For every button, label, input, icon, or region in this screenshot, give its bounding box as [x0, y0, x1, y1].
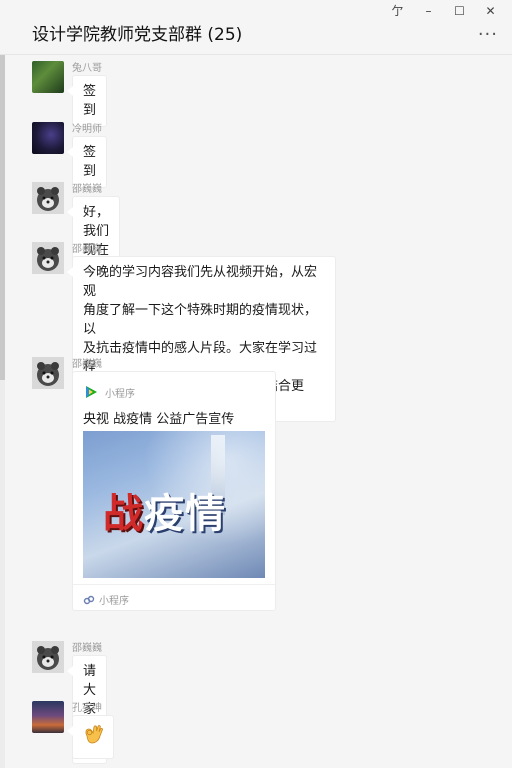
sender-name: 邵巍巍	[72, 359, 102, 370]
message-bubble[interactable]	[67, 715, 114, 759]
mini-program-title: 央视 战疫情 公益广告宣传	[83, 412, 235, 427]
sender-name: 邵巍巍	[72, 244, 102, 255]
mini-program-link-icon	[83, 595, 95, 604]
bear-avatar-icon	[32, 242, 64, 274]
avatar[interactable]	[32, 357, 64, 389]
sender-name: 邵巍巍	[72, 184, 102, 195]
scrollbar-thumb[interactable]	[0, 55, 5, 380]
thumbnail-headline: 战疫情	[103, 481, 226, 539]
mini-program-card[interactable]: 小程序 央视 战疫情 公益广告宣传 战疫情 小程序	[72, 371, 276, 611]
sender-name: 邵巍巍	[72, 643, 102, 654]
minimize-button[interactable]: –	[413, 2, 444, 20]
video-app-icon	[86, 386, 97, 398]
maximize-button[interactable]: ☐	[444, 2, 475, 20]
chat-title: 设计学院教师党支部群 (25)	[32, 25, 243, 45]
sender-name: 兔八哥	[72, 63, 102, 74]
message-line: 今晚的学习内容我们先从视频开始，从宏观	[83, 265, 318, 299]
bear-avatar-icon	[32, 641, 64, 673]
avatar[interactable]	[32, 122, 64, 154]
bear-avatar-icon	[32, 357, 64, 389]
headline-red-char: 战	[103, 490, 144, 537]
message-line: 角度了解一下这个特殊时期的疫情现状，以	[83, 303, 318, 337]
chat-header: 设计学院教师党支部群 (25) 亇 – ☐ ✕ ···	[0, 0, 512, 55]
avatar[interactable]	[32, 242, 64, 274]
window-controls: 亇 – ☐ ✕	[382, 2, 506, 20]
close-button[interactable]: ✕	[475, 2, 506, 20]
sender-name: 冷明师	[72, 124, 102, 135]
avatar[interactable]	[32, 641, 64, 673]
more-options-button[interactable]: ···	[478, 24, 498, 45]
sender-name: 孔宪坤	[72, 703, 102, 714]
mini-program-footer: 小程序	[83, 592, 129, 607]
bear-avatar-icon	[32, 182, 64, 214]
pin-button[interactable]: 亇	[382, 2, 413, 20]
card-divider	[73, 584, 275, 585]
avatar[interactable]	[32, 182, 64, 214]
mini-program-footer-label: 小程序	[99, 596, 129, 607]
headline-white-chars: 疫情	[144, 490, 226, 537]
avatar[interactable]	[32, 701, 64, 733]
avatar[interactable]	[32, 61, 64, 93]
mini-program-header: 小程序	[83, 384, 135, 400]
mini-program-thumbnail: 战疫情	[83, 431, 265, 578]
ok-hand-emoji-icon	[85, 725, 103, 744]
mini-program-label: 小程序	[105, 388, 135, 400]
